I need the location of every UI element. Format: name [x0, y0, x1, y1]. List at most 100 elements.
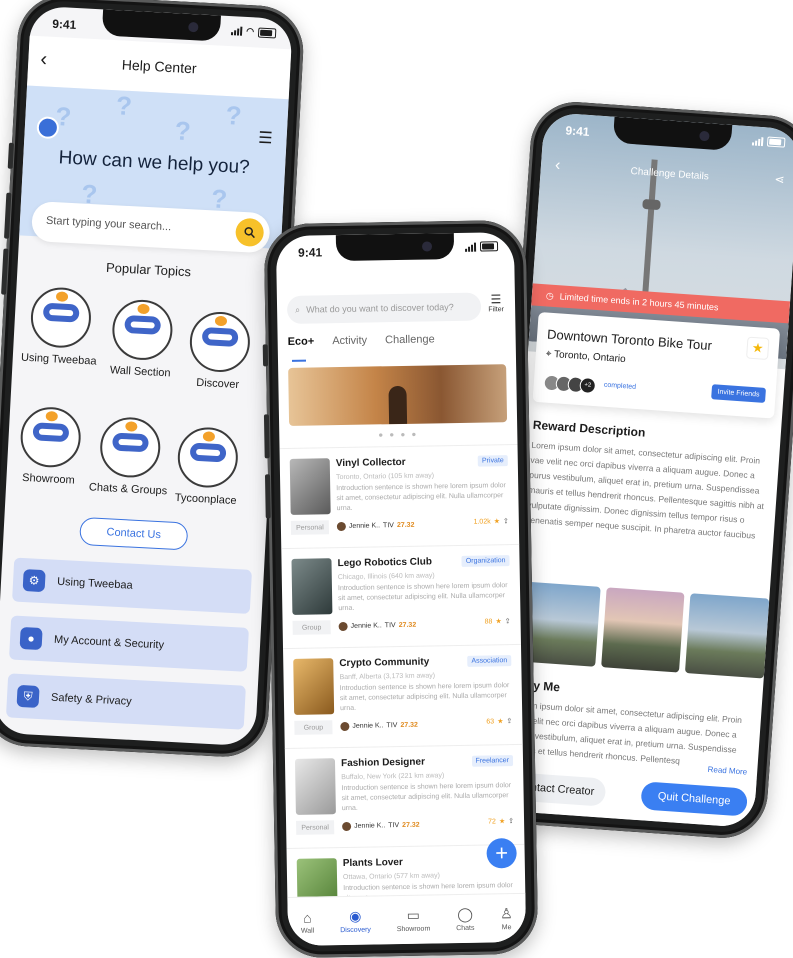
star-icon[interactable]: ★ [746, 336, 770, 361]
topic-label: Using Tweebaa [20, 351, 97, 368]
list-item[interactable]: Crypto Community Association Banff, Albe… [283, 643, 523, 750]
search-icon[interactable] [234, 217, 265, 248]
user-icon: ● [19, 626, 43, 651]
cyclists-photo[interactable] [685, 593, 770, 679]
nav-discovery[interactable]: ◉ Discovery [340, 907, 371, 934]
tiv-value: 27.32 [396, 521, 415, 530]
score-value: 63 [486, 717, 495, 726]
topic-using-tweebaa[interactable]: Using Tweebaa [16, 285, 104, 368]
share-icon[interactable]: ⋖ [774, 172, 785, 187]
share-icon[interactable]: ⇪ [503, 517, 509, 525]
nav-wall[interactable]: ⌂ Wall [300, 909, 315, 935]
list-item[interactable]: Vinyl Collector Private Toronto, Ontario… [279, 443, 520, 550]
share-icon[interactable]: ⇪ [506, 717, 512, 725]
card-location: Toronto, Ontario (105 km away) [335, 472, 435, 482]
list-item[interactable]: Fashion Designer Freelancer Buffalo, New… [284, 743, 525, 850]
topic-wall-section[interactable]: Wall Section [98, 298, 186, 380]
participant-avatars[interactable]: +2 [543, 374, 597, 395]
menu-item-safety-privacy[interactable]: ⛨ Safety & Privacy [5, 673, 246, 730]
cyclists-photo[interactable] [600, 587, 685, 673]
battery-icon [766, 136, 786, 148]
user-name: Jennie K.. [348, 522, 381, 530]
avatar [336, 521, 346, 532]
star-icon: ★ [498, 818, 506, 826]
question-pattern-icon: ? [174, 115, 192, 147]
card-title: Fashion Designer [340, 756, 426, 770]
star-icon: ★ [495, 618, 502, 626]
contact-us-button[interactable]: Contact Us [79, 516, 189, 551]
wifi-icon: ◠ [246, 25, 255, 37]
menu-item-label: Safety & Privacy [50, 691, 132, 708]
topic-label: Chats & Groups [88, 481, 168, 498]
nav-label: Wall [300, 927, 315, 935]
nav-label: Showroom [396, 925, 431, 934]
chat-icon: ◯ [457, 905, 474, 923]
discover-tabs: Eco+ Activity Challenge [288, 332, 506, 358]
mascot-icon [29, 286, 93, 350]
card-kind: Group [294, 720, 333, 735]
topic-chats-groups[interactable]: Chats & Groups [86, 415, 174, 497]
tab-eco[interactable]: Eco+ [288, 335, 315, 357]
invite-friends-button[interactable]: Invite Friends [711, 384, 767, 403]
nav-chats[interactable]: ◯ Chats [456, 905, 474, 932]
shield-icon: ⛨ [16, 684, 40, 708]
volume-up-button [4, 192, 12, 239]
bottom-nav: ⌂ Wall ◉ Discovery ▭ Showroom ◯ Chats ♙ Me [287, 892, 527, 947]
card-location: Chicago, Illinois (640 km away) [337, 572, 435, 582]
menu-item-account-security[interactable]: ● My Account & Security [8, 615, 249, 672]
quit-challenge-button[interactable]: Quit Challenge [640, 781, 749, 817]
filter-button[interactable]: ☰ Filter [485, 292, 507, 313]
hamburger-menu-icon[interactable]: ☰ [258, 128, 273, 149]
card-location: Banff, Alberta (3,173 km away) [339, 672, 436, 682]
tab-activity[interactable]: Activity [332, 335, 367, 358]
score-value: 88 [484, 617, 493, 626]
volume-down-button [1, 248, 9, 295]
profile-icon: ♙ [499, 905, 513, 922]
globe-logo-icon[interactable] [36, 116, 60, 140]
card-thumbnail [291, 558, 333, 615]
card-user: Jennie K.. TIV 27.32 [342, 821, 420, 832]
card-thumbnail [293, 658, 335, 715]
page-title: Help Center [121, 56, 197, 77]
card-score: 88 ★ ⇪ [485, 617, 511, 625]
nav-label: Me [501, 924, 512, 932]
card-tag: Private [477, 455, 508, 467]
card-score: 1.02k ★ ⇪ [473, 517, 508, 526]
star-icon: ★ [493, 518, 501, 526]
location-pin-icon: ⌖ [545, 348, 552, 360]
featured-banner[interactable] [288, 364, 508, 426]
tiv-label: TIV [384, 622, 396, 630]
discovery-icon: ◉ [349, 907, 362, 924]
share-icon[interactable]: ⇪ [508, 817, 514, 825]
menu-item-label: Using Tweebaa [56, 575, 133, 592]
tab-challenge[interactable]: Challenge [385, 333, 435, 356]
card-description: Introduction sentence is shown here lore… [336, 482, 506, 513]
filter-icon: ☰ [490, 292, 502, 307]
score-value: 1.02k [473, 517, 491, 526]
battery-icon [257, 27, 277, 38]
topic-label: Discover [195, 376, 240, 392]
gear-icon: ⚙ [22, 569, 46, 593]
menu-item-using-tweebaa[interactable]: ⚙ Using Tweebaa [12, 557, 252, 614]
topic-showroom[interactable]: Showroom [6, 405, 94, 487]
signal-icon [465, 242, 477, 252]
status-time: 9:41 [51, 16, 77, 33]
avatar-count: +2 [579, 376, 597, 395]
list-item[interactable]: Lego Robotics Club Organization Chicago,… [281, 543, 521, 650]
question-pattern-icon: ? [115, 90, 133, 122]
help-center-screen: 9:41 ◠ ‹ Help Center ? ? ? ? ? ? ☰ How c… [0, 5, 293, 747]
topic-discover[interactable]: Discover [175, 310, 263, 392]
card-title: Plants Lover [342, 857, 403, 870]
discover-search-input[interactable]: ⌕ What do you want to discover today? [286, 292, 482, 324]
search-placeholder: Start typing your search... [45, 214, 172, 234]
volume-up-button [263, 414, 270, 459]
location-label: Toronto, Ontario [553, 349, 626, 366]
nav-showroom[interactable]: ▭ Showroom [396, 907, 431, 934]
nav-me[interactable]: ♙ Me [500, 905, 513, 931]
score-value: 72 [488, 817, 496, 826]
status-icons: ◠ [231, 25, 277, 38]
phone-discovery: 9:41 ⌕ What do you want to discover toda… [262, 219, 539, 958]
tiv-value: 27.32 [398, 621, 417, 630]
share-icon[interactable]: ⇪ [505, 617, 511, 625]
topic-tycoonplace[interactable]: Tycoonplace [163, 425, 251, 507]
